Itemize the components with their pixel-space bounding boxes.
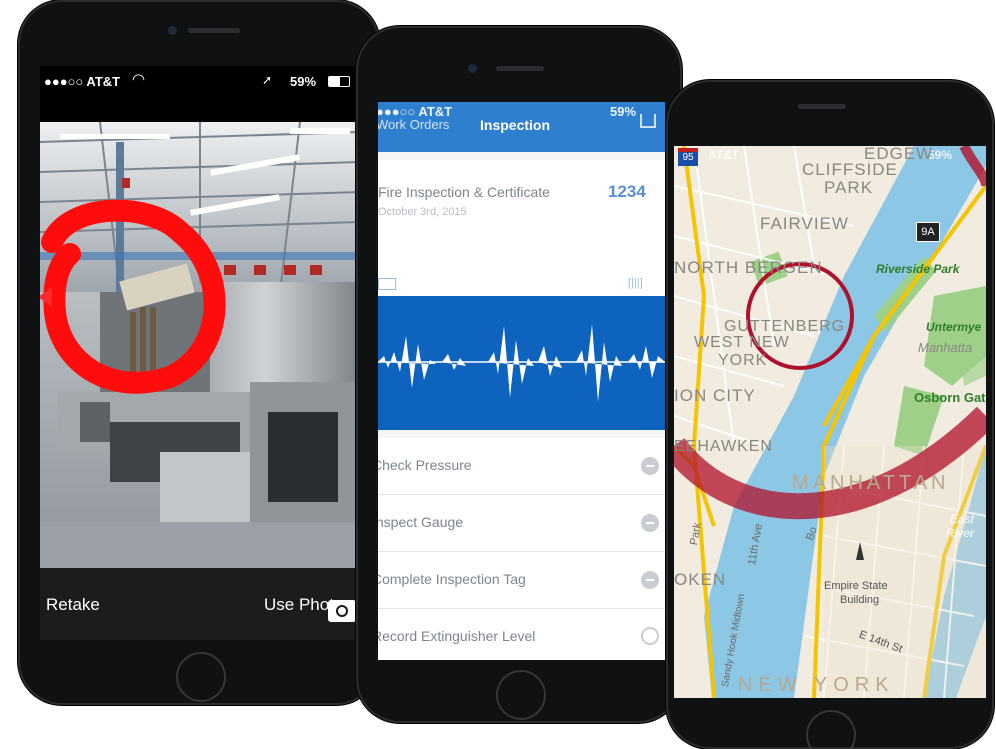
earpiece-speaker [188,28,240,33]
folder-icon[interactable] [378,278,396,290]
wifi-icon: ◠ [132,71,146,88]
share-icon[interactable] [640,114,656,128]
checklist-item[interactable]: Inspect Gauge [378,495,665,552]
back-button[interactable]: Work Orders [378,117,449,132]
checklist-item-label: Check Pressure [378,457,472,473]
phone-camera: ●●●○○ AT&T ◠ ➚ 59% Retake Use Photo [18,0,380,705]
map-label: CLIFFSIDE [802,160,898,179]
map-label: River [946,526,975,540]
map-label: Empire State [824,580,888,592]
camera-icon[interactable] [328,600,356,622]
status-battery: 59% [290,74,317,89]
media-toolbar: [|||] [378,252,665,296]
camera-bottom-bar: Retake Use Photo [40,568,360,640]
work-order-date: October 3rd, 2015 [378,206,467,218]
map-label: WEST NEW [694,334,790,351]
map-screen[interactable]: AT&T 59% 95 9A EDGEW CLIFFSIDE PARK FAIR… [674,146,986,698]
map-label: NEW YORK [738,674,895,696]
minus-circle-icon[interactable] [641,457,659,475]
factory-photo [40,122,360,568]
checklist-item[interactable]: Record Extinguisher Level [378,609,665,660]
map-label: OKEN [674,570,727,589]
nav-bar: ●●●○○ AT&T 59% Work Orders Inspection [378,102,665,152]
waveform-graphic [378,324,665,402]
status-battery: 59% [610,104,637,119]
map-label: Untermye [926,320,982,334]
earpiece-speaker [496,66,544,71]
nav-title: Inspection [480,117,551,133]
minus-circle-icon[interactable] [641,571,659,589]
captured-photo [40,122,360,568]
status-carrier: ●●●○○ AT&T [44,74,121,89]
map-label: NORTH BERGEN [674,258,823,277]
audio-waveform[interactable] [378,296,665,430]
home-button[interactable] [806,710,856,749]
inspection-screen: ●●●○○ AT&T 59% Work Orders Inspection Fi… [378,102,665,660]
retake-button[interactable]: Retake [46,595,100,615]
barcode-icon[interactable]: [|||] [628,277,643,289]
front-camera [168,26,177,35]
earpiece-speaker [798,104,846,109]
front-camera [468,64,477,73]
checklist-item[interactable]: Complete Inspection Tag [378,552,665,609]
battery-icon [328,76,350,87]
home-button[interactable] [496,670,546,720]
phone-inspection: ●●●○○ AT&T 59% Work Orders Inspection Fi… [356,26,682,723]
minus-circle-icon[interactable] [641,514,659,532]
location-icon: ➚ [262,73,273,87]
map-label: EEHAWKEN [674,438,773,455]
checklist-item-label: Record Extinguisher Level [378,628,536,644]
status-carrier: AT&T [708,148,740,162]
user-icon[interactable] [641,627,659,645]
map-label: Osborn Gat [914,390,986,405]
map-label: YORK [718,352,768,369]
map-label: Riverside Park [876,262,960,276]
map-label: ION CITY [674,386,756,405]
checklist-item[interactable]: Check Pressure [378,438,665,495]
interstate-shield-icon: 95 [678,148,698,166]
map-label: MANHATTAN [792,472,950,494]
checklist-item-label: Inspect Gauge [378,514,464,530]
map-label: FAIRVIEW [760,214,849,233]
phone-map: AT&T 59% 95 9A EDGEW CLIFFSIDE PARK FAIR… [666,80,994,749]
map-label: East [950,512,975,526]
work-order-card[interactable]: Fire Inspection & Certificate October 3r… [378,160,665,253]
work-order-title: Fire Inspection & Certificate [378,184,550,200]
checklist-item-label: Complete Inspection Tag [378,571,526,587]
map-label: Manhatta [918,340,973,355]
work-order-number: 1234 [608,182,646,201]
map-label: Building [840,594,880,606]
map-label: PARK [824,178,874,197]
home-button[interactable] [176,652,226,702]
camera-screen: ●●●○○ AT&T ◠ ➚ 59% Retake Use Photo [40,66,360,640]
route-shield-icon: 9A [916,222,940,242]
